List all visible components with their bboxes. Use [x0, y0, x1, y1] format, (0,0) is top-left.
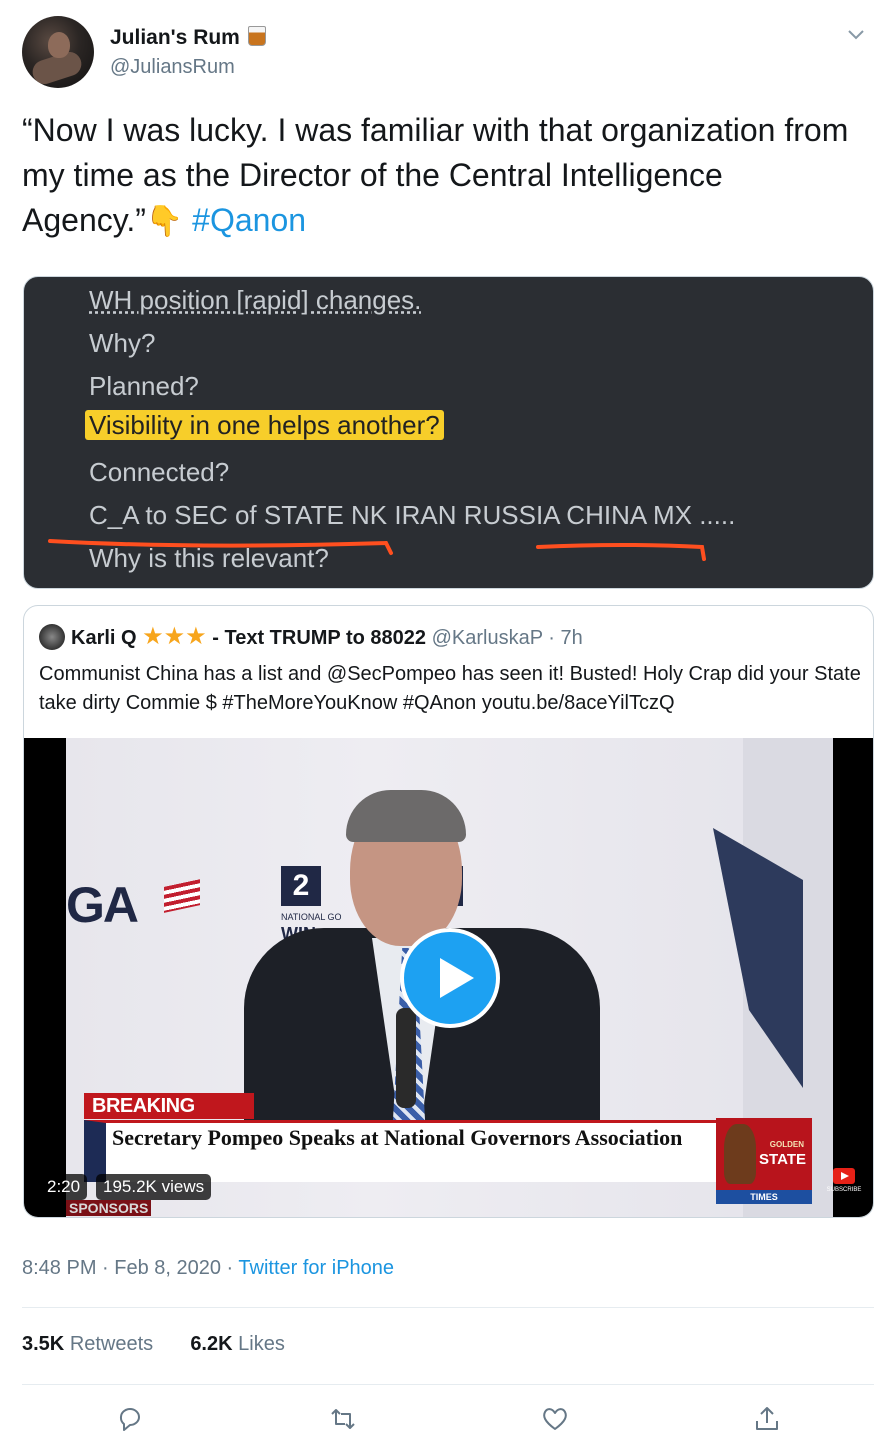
share-icon[interactable] — [752, 1404, 782, 1434]
image-text-line: Planned? — [89, 371, 199, 401]
retweet-icon[interactable] — [328, 1404, 358, 1434]
image-text-line-highlighted: Visibility in one helps another? — [85, 410, 444, 441]
times-label: TIMES — [716, 1190, 812, 1204]
tweet-actions — [22, 1400, 874, 1440]
like-heart-icon[interactable] — [540, 1404, 570, 1434]
likes-stat[interactable]: 6.2K Likes — [190, 1333, 285, 1355]
author-handle[interactable]: @JuliansRum — [110, 56, 235, 79]
tweet-stats: 3.5K Retweets 6.2K Likes — [22, 1333, 285, 1356]
reply-icon[interactable] — [115, 1404, 145, 1434]
quoted-tweet-header: Karli Q ★★★ - Text TRUMP to 88022 @Karlu… — [39, 622, 583, 650]
chevron-down-icon[interactable] — [846, 24, 866, 44]
ga-logo: GA — [66, 877, 139, 933]
quoted-avatar — [39, 624, 65, 650]
image-text-line: Connected? — [89, 457, 230, 487]
video-duration-badge: 2:20 — [40, 1174, 88, 1200]
image-text-line: WH position [rapid] changes. — [89, 285, 422, 315]
video-views-badge: 195.2K views — [96, 1174, 212, 1200]
tweet-header: Julian's Rum @JuliansRum — [22, 16, 874, 88]
play-button[interactable] — [400, 928, 500, 1028]
pointing-down-emoji: 👇 — [145, 205, 184, 238]
quoted-tweet[interactable]: Karli Q ★★★ - Text TRUMP to 88022 @Karlu… — [23, 605, 874, 1218]
tumbler-glass-icon — [247, 26, 266, 46]
image-text-line: Why? — [89, 328, 156, 358]
hashtag-link[interactable]: #Qanon — [192, 202, 306, 238]
breaking-news-label: BREAKING NEWS — [84, 1093, 254, 1143]
golden-state-times-logo: GOLDEN STATE — [716, 1118, 812, 1192]
avatar[interactable] — [22, 16, 94, 88]
subscribe-icon: SUBSCRIBE — [824, 1168, 864, 1202]
sponsors-label: SPONSORS — [66, 1200, 152, 1216]
image-text-line: C_A to SEC of STATE NK IRAN RUSSIA CHINA… — [89, 500, 736, 530]
divider — [22, 1307, 874, 1308]
divider — [22, 1384, 874, 1385]
tweet-timestamp: 8:48 PM · Feb 8, 2020 · Twitter for iPho… — [22, 1257, 395, 1279]
image-text-line: Why is this relevant? — [89, 543, 329, 573]
red-underline-annotation — [536, 543, 706, 561]
news-headline: Secretary Pompeo Speaks at National Gove… — [112, 1125, 683, 1150]
retweets-stat[interactable]: 3.5K Retweets — [22, 1333, 153, 1355]
tweet-source-link[interactable]: Twitter for iPhone — [238, 1257, 394, 1279]
video-player[interactable]: GA 2 NATIONAL GO WIN BREAKING NEWS Secre… — [24, 738, 873, 1217]
author-name[interactable]: Julian's Rum — [110, 26, 266, 50]
quoted-tweet-text: Communist China has a list and @SecPompe… — [39, 663, 861, 714]
star-icon: ★★★ — [142, 623, 207, 650]
flag-graphic — [164, 879, 200, 913]
tweet-text: “Now I was lucky. I was familiar with th… — [22, 112, 849, 238]
tweet-image[interactable]: WH position [rapid] changes. Why? Planne… — [23, 276, 874, 589]
